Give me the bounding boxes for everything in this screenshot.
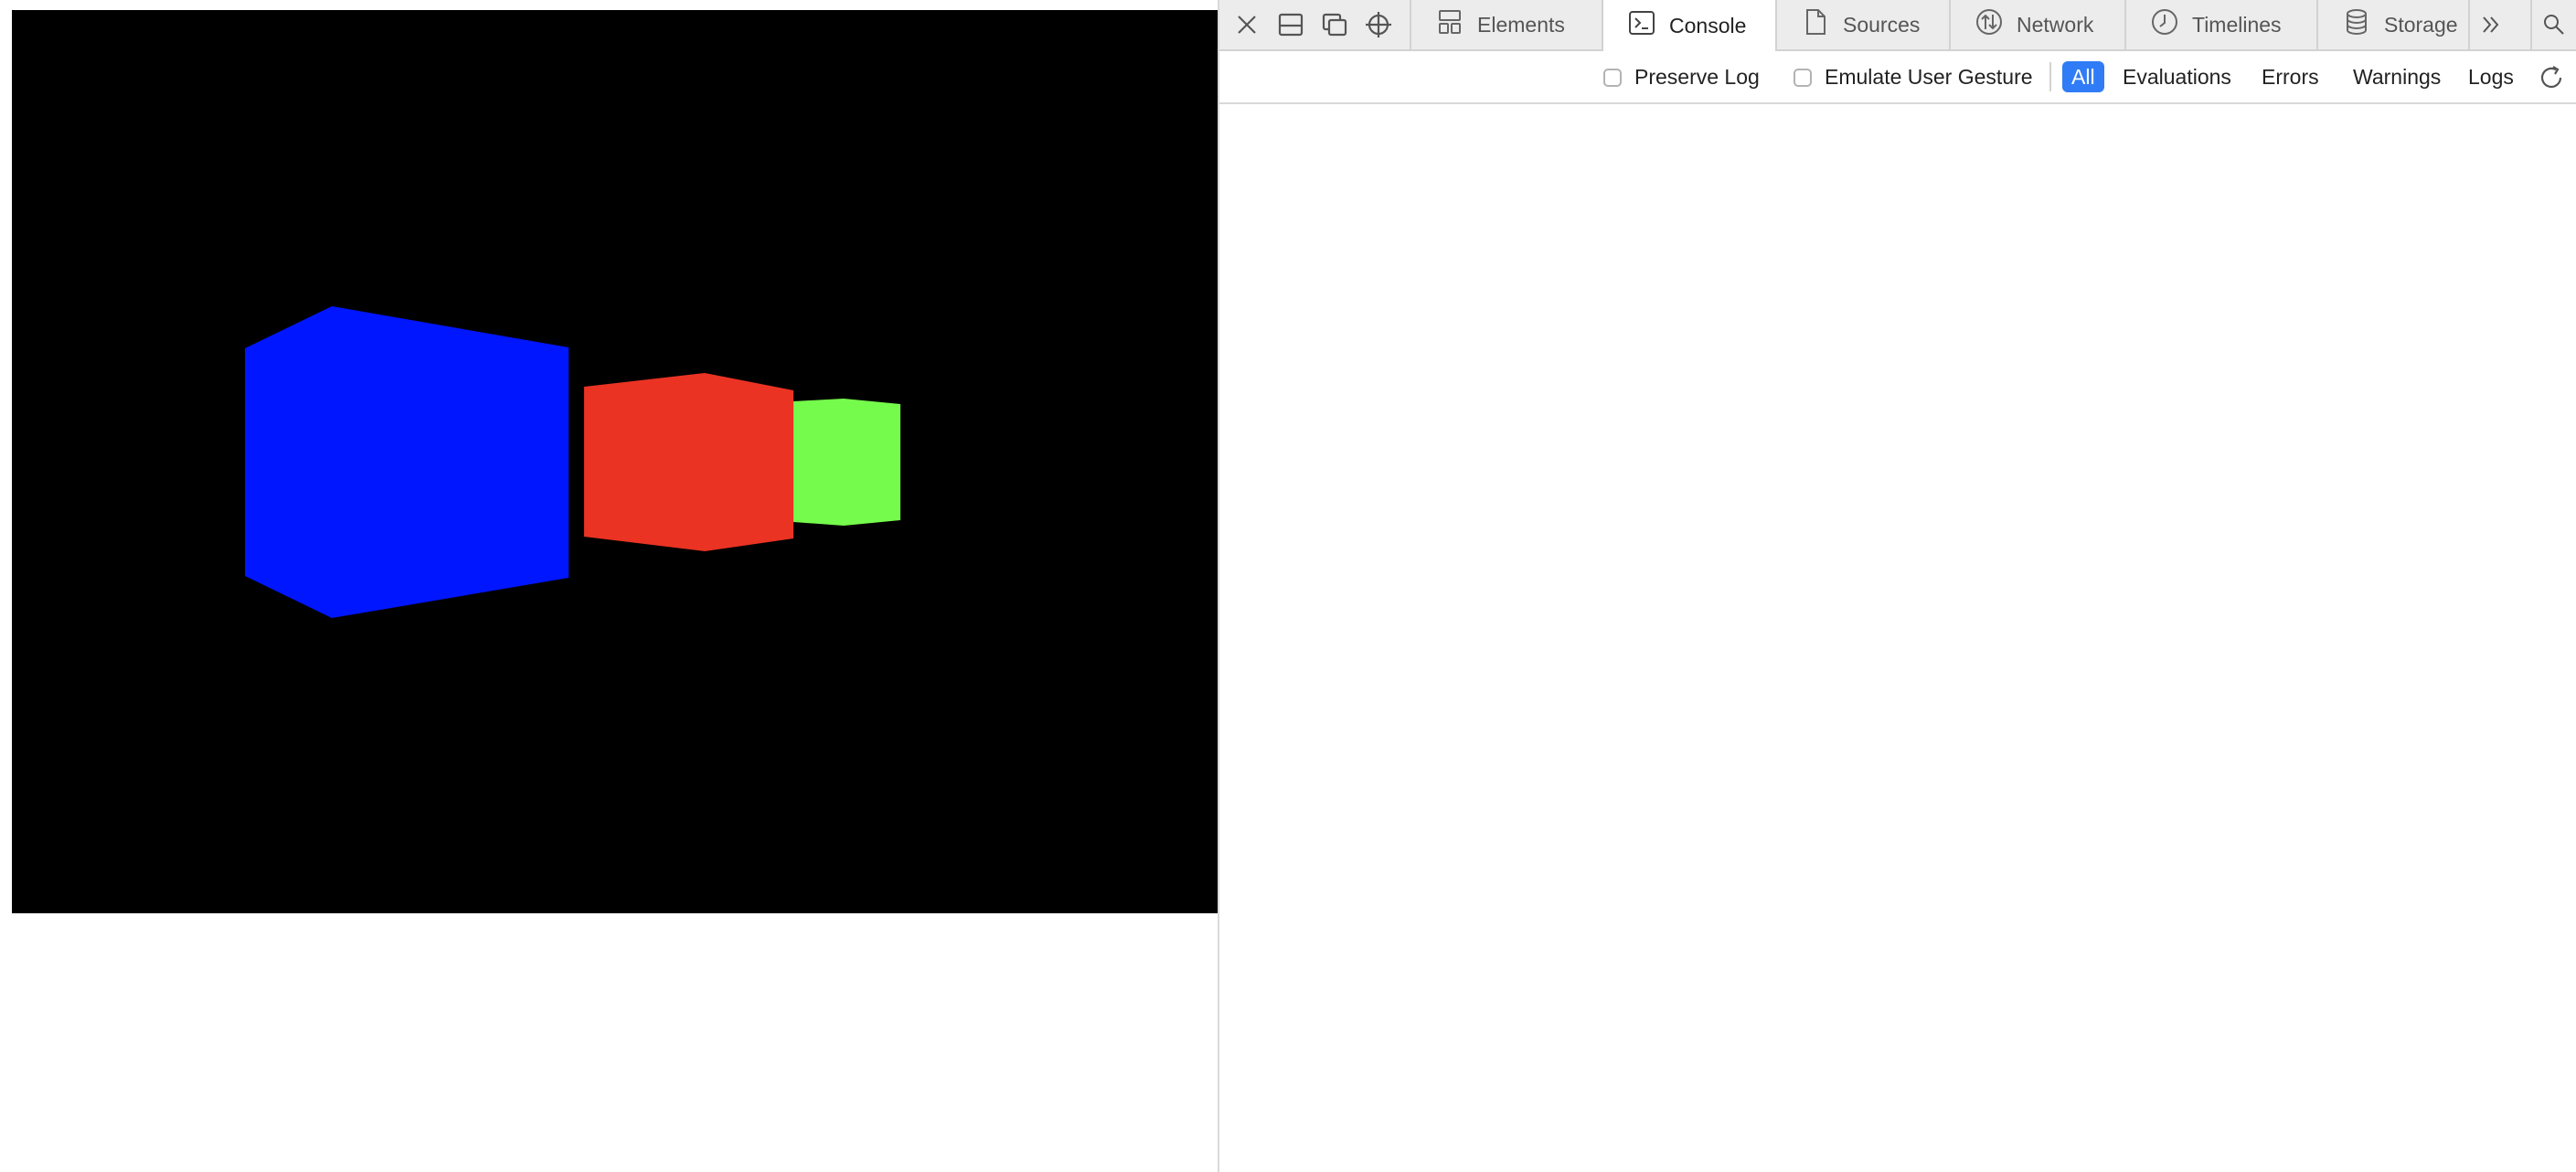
tab-elements[interactable]: Elements: [1411, 0, 1603, 49]
console-filter-bar: Preserve Log Emulate User Gesture All Ev…: [1219, 51, 2576, 104]
elements-icon: [1435, 7, 1464, 42]
undock-window-icon[interactable]: [1316, 7, 1353, 42]
filter-separator: [2049, 62, 2051, 91]
checkbox-box[interactable]: [1794, 68, 1812, 87]
preserve-log-checkbox[interactable]: Preserve Log: [1603, 65, 1760, 90]
tab-network[interactable]: Network: [1951, 0, 2126, 49]
element-picker-icon[interactable]: [1360, 7, 1397, 42]
canvas-scene: [245, 306, 900, 618]
filter-logs[interactable]: Logs: [2459, 61, 2523, 92]
tab-storage[interactable]: Storage: [2318, 0, 2470, 49]
checkbox-box[interactable]: [1603, 68, 1622, 87]
filter-warnings[interactable]: Warnings: [2344, 61, 2450, 92]
sources-icon: [1801, 7, 1830, 42]
filter-errors[interactable]: Errors: [2252, 61, 2328, 92]
emulate-user-gesture-checkbox[interactable]: Emulate User Gesture: [1794, 65, 2033, 90]
storage-icon: [2342, 7, 2371, 42]
emulate-user-gesture-label: Emulate User Gesture: [1825, 65, 2033, 89]
web-inspector: Elements Console Sources Network Timelin…: [1219, 0, 2576, 1172]
tab-sources[interactable]: Sources: [1777, 0, 1951, 49]
tab-console-label: Console: [1669, 13, 1747, 37]
console-icon: [1627, 8, 1656, 43]
console-output[interactable]: [1219, 104, 2576, 1172]
blue-cube: [245, 306, 569, 618]
green-cube: [793, 399, 900, 526]
tab-elements-label: Elements: [1477, 12, 1565, 37]
tab-network-label: Network: [2017, 12, 2094, 37]
timelines-icon: [2150, 7, 2179, 42]
network-icon: [1975, 7, 2004, 42]
tab-timelines[interactable]: Timelines: [2126, 0, 2318, 49]
search-icon[interactable]: [2530, 0, 2576, 49]
reload-icon[interactable]: [2536, 62, 2567, 93]
web-content-area: [0, 0, 1219, 1172]
chevron-double-right-icon[interactable]: [2470, 0, 2512, 49]
preserve-log-label: Preserve Log: [1634, 65, 1760, 89]
tab-timelines-label: Timelines: [2192, 12, 2282, 37]
dock-bottom-icon[interactable]: [1272, 7, 1309, 42]
filter-all[interactable]: All: [2062, 61, 2104, 92]
tab-sources-label: Sources: [1843, 12, 1921, 37]
inspector-tab-bar: Elements Console Sources Network Timelin…: [1219, 0, 2576, 51]
render-canvas[interactable]: [12, 10, 1218, 913]
filter-evaluations[interactable]: Evaluations: [2113, 61, 2241, 92]
tab-console[interactable]: Console: [1603, 0, 1777, 51]
close-icon[interactable]: [1229, 7, 1265, 42]
red-cube: [584, 373, 793, 551]
tab-storage-label: Storage: [2384, 12, 2458, 37]
